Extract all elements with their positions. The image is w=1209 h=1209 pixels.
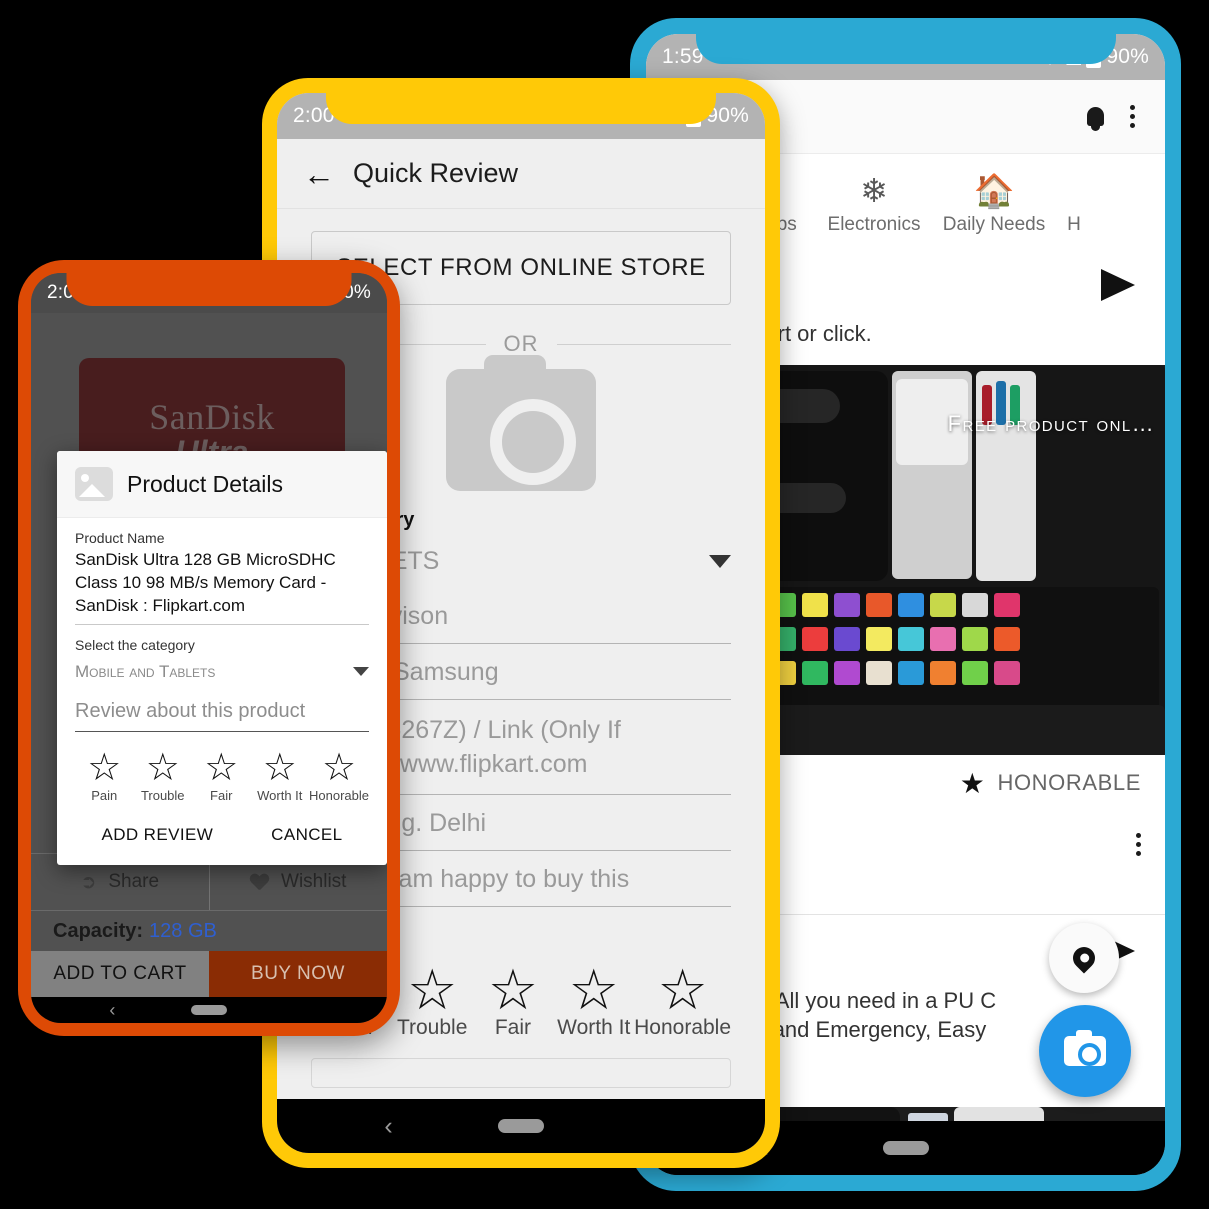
orange-notch — [66, 260, 352, 306]
heart-icon — [250, 874, 269, 891]
camera-icon — [1064, 1030, 1106, 1066]
camera-fab[interactable] — [1039, 1005, 1131, 1097]
orange-system-navbar[interactable]: ‹ — [31, 997, 387, 1023]
rating-label: Fair — [210, 787, 233, 803]
dialog-actions: ADD REVIEW CANCEL — [75, 825, 369, 849]
rating-label: Honorable — [309, 787, 369, 803]
home-pill-icon[interactable] — [498, 1119, 544, 1133]
bell-icon[interactable] — [1087, 107, 1104, 131]
add-to-cart-button[interactable]: ADD TO CART — [31, 951, 209, 997]
rating-honorable[interactable]: ☆ Honorable — [634, 957, 732, 1040]
location-fab[interactable] — [1049, 923, 1119, 993]
free-product-badge: Free product onl… — [947, 411, 1155, 436]
category-tab-partial[interactable]: H — [1054, 168, 1094, 236]
category-select[interactable]: Mobile and Tablets — [75, 656, 369, 688]
share-label: Share — [108, 871, 160, 892]
rating-label: Trouble — [396, 1015, 468, 1039]
post-rating-label: HONORABLE — [997, 770, 1141, 795]
mockup-stage: 1:59 90% 📱 obile/Tabs ❄ — [0, 0, 1209, 1209]
purchase-bar: ADD TO CART BUY NOW — [31, 951, 387, 997]
post-rating: ★ HONORABLE — [960, 767, 1141, 800]
category-label: Electronics — [827, 213, 921, 235]
kebab-menu-icon[interactable] — [1130, 105, 1135, 128]
rating-trouble[interactable]: ☆ Trouble — [392, 957, 473, 1040]
dialog-body: Product Name SanDisk Ultra 128 GB MicroS… — [57, 518, 387, 865]
category-tab-electronics[interactable]: ❄ Electronics — [814, 168, 934, 236]
dialog-header: Product Details — [57, 451, 387, 518]
cancel-button[interactable]: CANCEL — [271, 825, 342, 845]
map-pin-icon — [1068, 942, 1100, 974]
yellow-notch — [326, 78, 716, 124]
review-input[interactable]: Review about this product — [75, 694, 369, 732]
category-label: Select the category — [75, 636, 195, 653]
image-placeholder-icon — [75, 467, 113, 501]
star-outline-icon: ☆ — [204, 746, 239, 789]
rating-worth-it[interactable]: ☆ Worth It — [251, 748, 310, 803]
star-outline-icon: ☆ — [487, 957, 539, 1021]
rating-trouble[interactable]: ☆ Trouble — [134, 748, 193, 803]
back-chevron-icon[interactable]: ‹ — [384, 1113, 392, 1139]
star-filled-icon: ★ — [959, 767, 986, 799]
rating-label: Pain — [91, 787, 118, 803]
back-chevron-icon[interactable]: ‹ — [109, 1001, 115, 1019]
chevron-down-icon — [709, 554, 731, 568]
home-icon: 🏠 — [973, 171, 1015, 209]
dialog-title: Product Details — [127, 470, 283, 497]
post-overflow-icon[interactable] — [1136, 832, 1141, 856]
rating-honorable[interactable]: ☆ Honorable — [309, 748, 369, 803]
product-name-value[interactable]: SanDisk Ultra 128 GB MicroSDHC Class 10 … — [75, 549, 369, 625]
snowflake-icon: ❄ — [860, 171, 888, 209]
buy-now-button[interactable]: BUY NOW — [209, 951, 387, 997]
phone-orange-frame: SanDisk Ultra ➲ Share Wishlist Capacity:… — [18, 260, 400, 1036]
capacity-label: Capacity: — [53, 919, 144, 942]
orange-screen: SanDisk Ultra ➲ Share Wishlist Capacity:… — [31, 273, 387, 1023]
star-outline-icon: ☆ — [657, 957, 708, 1021]
star-outline-icon: ☆ — [145, 746, 180, 789]
rating-label: Trouble — [140, 787, 185, 803]
category-tab-daily-needs[interactable]: 🏠 Daily Needs — [934, 168, 1054, 236]
partial-category-icon — [1054, 168, 1094, 214]
blue-notch — [695, 18, 1116, 64]
star-outline-icon: ☆ — [87, 746, 122, 789]
star-outline-icon: ☆ — [321, 746, 357, 789]
wishlist-label: Wishlist — [281, 871, 347, 892]
rating-label: Worth It — [257, 787, 303, 803]
send-paper-plane-icon[interactable] — [1101, 269, 1135, 301]
yellow-system-navbar[interactable]: ‹ — [277, 1099, 765, 1153]
rating-worth-it[interactable]: ☆ Worth It — [553, 957, 634, 1040]
category-select-value: Mobile and Tablets — [75, 661, 216, 681]
form-bottom-card — [311, 1057, 731, 1088]
page-title: Quick Review — [353, 158, 519, 188]
capacity-row: Capacity: 128 GB — [31, 911, 387, 951]
share-arrow-icon: ➲ — [80, 871, 97, 893]
star-outline-icon: ☆ — [407, 957, 458, 1021]
rating-label: Honorable — [634, 1015, 732, 1039]
home-pill-icon[interactable] — [191, 1005, 227, 1015]
star-outline-icon: ☆ — [262, 746, 297, 789]
rating-fair[interactable]: ☆ Fair — [192, 748, 251, 803]
back-arrow-icon[interactable]: ← — [303, 158, 335, 190]
or-label: OR — [503, 331, 539, 356]
chevron-down-icon — [353, 667, 369, 677]
category-label: Daily Needs — [942, 213, 1046, 235]
star-outline-icon: ☆ — [568, 957, 619, 1021]
home-pill-icon[interactable] — [882, 1141, 929, 1155]
yellow-app-bar: ← Quick Review — [277, 139, 765, 209]
rating-label: Worth It — [557, 1015, 631, 1039]
rating-fair[interactable]: ☆ Fair — [473, 957, 554, 1040]
capacity-value[interactable]: 128 GB — [149, 920, 217, 943]
rating-pain[interactable]: ☆ Pain — [75, 748, 134, 803]
product-details-dialog: Product Details Product Name SanDisk Ult… — [57, 451, 387, 865]
rating-label: Fair — [494, 1015, 532, 1039]
dialog-rating-row[interactable]: ☆ Pain ☆ Trouble ☆ Fair ☆ Worth It ☆ Hon… — [75, 748, 369, 803]
add-review-button[interactable]: ADD REVIEW — [101, 825, 213, 845]
product-name-label: Product Name — [75, 530, 165, 546]
category-label: H — [1067, 213, 1081, 235]
